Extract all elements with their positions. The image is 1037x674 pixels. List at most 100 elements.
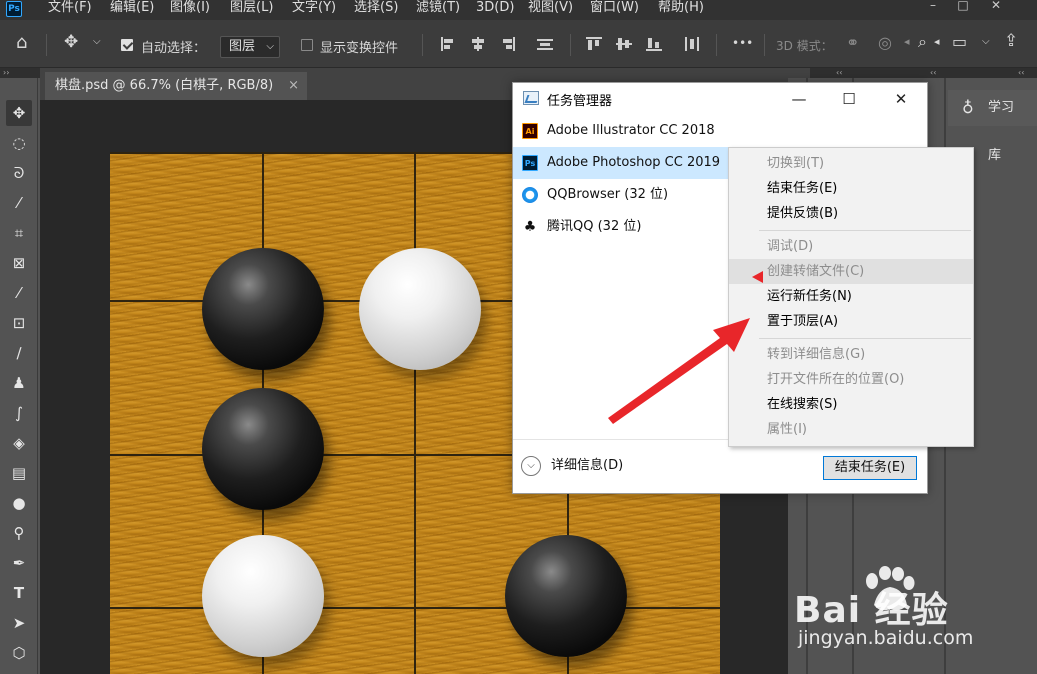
chevron-down-icon: ⌵ [266, 41, 274, 52]
close-tab-icon[interactable]: × [288, 72, 299, 100]
learn-label: 学习 [988, 100, 1015, 115]
document-tab[interactable]: 棋盘.psd @ 66.7% (白棋子, RGB/8) × [45, 72, 307, 100]
menu-divider [759, 230, 971, 231]
divider [422, 34, 423, 56]
shape-tool-icon[interactable]: ⬡ [6, 640, 32, 666]
share-icon[interactable]: ⇪ [1004, 31, 1018, 51]
frame-tool-icon[interactable]: ⊠ [6, 250, 32, 276]
menu-filter[interactable]: 滤镜(T) [416, 0, 460, 16]
red-pointer-icon [752, 271, 763, 283]
maximize-icon[interactable]: ☐ [829, 87, 869, 111]
magic-wand-tool-icon[interactable]: ⁄ [6, 190, 32, 216]
menu-type[interactable]: 文字(Y) [292, 0, 336, 16]
document-title: 棋盘.psd @ 66.7% (白棋子, RGB/8) [55, 78, 274, 93]
menu-bar: Ps 文件(F) 编辑(E) 图像(I) 图层(L) 文字(Y) 选择(S) 滤… [0, 0, 1037, 20]
menu-item-end-task[interactable]: 结束任务(E) [729, 176, 973, 201]
minimize-icon[interactable]: — [779, 87, 819, 111]
more-options-icon[interactable]: ••• [732, 36, 753, 50]
align-top-icon[interactable] [586, 37, 602, 51]
expand-arrows-icon[interactable]: ›› [3, 68, 9, 78]
align-middle-v-icon[interactable] [616, 37, 632, 51]
menu-layer[interactable]: 图层(L) [230, 0, 273, 16]
menu-edit[interactable]: 编辑(E) [110, 0, 154, 16]
black-stone [202, 388, 324, 510]
white-stone [359, 248, 481, 370]
menu-view[interactable]: 视图(V) [528, 0, 573, 16]
details-toggle[interactable]: ⌵ 详细信息(D) [521, 454, 623, 478]
align-right-icon[interactable] [499, 37, 515, 51]
app-name: Adobe Illustrator CC 2018 [547, 123, 715, 138]
eraser-tool-icon[interactable]: ◈ [6, 430, 32, 456]
home-icon[interactable]: ⌂ [16, 32, 27, 53]
show-transform-checkbox[interactable] [301, 39, 313, 51]
lasso-tool-icon[interactable]: ᘐ [6, 160, 32, 186]
close-icon[interactable]: ✕ [985, 0, 1007, 14]
minimize-icon[interactable]: – [922, 0, 944, 14]
menu-item-feedback[interactable]: 提供反馈(B) [729, 201, 973, 226]
chevron-down-icon[interactable]: ⌵ [982, 36, 990, 47]
eyedropper-tool-icon[interactable]: ⁄ [6, 280, 32, 306]
task-manager-titlebar[interactable]: 任务管理器 — ☐ ✕ [513, 83, 927, 115]
align-left-icon[interactable] [441, 37, 457, 51]
history-brush-tool-icon[interactable]: ∫ [6, 400, 32, 426]
move-tool-icon[interactable]: ✥ [6, 100, 32, 126]
lightbulb-icon: ♁ [962, 98, 974, 117]
illustrator-icon: Ai [522, 123, 538, 139]
black-stone [202, 248, 324, 370]
path-selection-tool-icon[interactable]: ➤ [6, 610, 32, 636]
chevron-left-icon[interactable]: ◂ [934, 35, 940, 48]
task-manager-title: 任务管理器 [547, 94, 613, 109]
app-name: QQBrowser (32 位) [547, 187, 669, 202]
menu-select[interactable]: 选择(S) [354, 0, 398, 16]
divider [46, 34, 47, 56]
watermark-url: jingyan.baidu.com [798, 627, 974, 649]
dodge-tool-icon[interactable]: ⚲ [6, 520, 32, 546]
move-tool-icon[interactable]: ✥ [64, 32, 78, 52]
menu-help[interactable]: 帮助(H) [658, 0, 704, 16]
menu-item-debug[interactable]: 调试(D) [729, 234, 973, 259]
search-icon[interactable]: ⌕ [918, 32, 927, 52]
collapse-arrows-icon[interactable]: ‹‹ [836, 68, 842, 78]
maximize-icon[interactable]: □ [952, 0, 974, 14]
pen-tool-icon[interactable]: ✒ [6, 550, 32, 576]
layer-select-dropdown[interactable]: 图层 ⌵ [220, 36, 280, 58]
learn-panel-button[interactable]: ♁ 学习 [948, 90, 1037, 126]
close-icon[interactable]: ✕ [881, 87, 921, 111]
auto-select-label: 自动选择： [141, 41, 207, 56]
gradient-tool-icon[interactable]: ▤ [6, 460, 32, 486]
details-label: 详细信息(D) [551, 458, 624, 473]
end-task-button[interactable]: 结束任务(E) [823, 456, 917, 480]
watermark-brand: Bai 经验 [794, 590, 949, 631]
align-distribute-v-icon[interactable] [684, 37, 700, 51]
menu-file[interactable]: 文件(F) [48, 0, 92, 16]
auto-select-checkbox[interactable] [121, 39, 133, 51]
chevron-down-icon[interactable]: ⌵ [93, 36, 101, 47]
align-center-h-icon[interactable] [470, 37, 486, 51]
blur-tool-icon[interactable]: ● [6, 490, 32, 516]
menu-3d[interactable]: 3D(D) [476, 0, 514, 16]
marquee-tool-icon[interactable]: ◌ [6, 130, 32, 156]
stamp-tool-icon[interactable]: ♟ [6, 370, 32, 396]
menu-item-switch-to[interactable]: 切换到(T) [729, 151, 973, 176]
menu-window[interactable]: 窗口(W) [590, 0, 639, 16]
photoshop-icon: Ps [522, 155, 538, 171]
app-row-illustrator[interactable]: Ai Adobe Illustrator CC 2018 [513, 115, 927, 147]
photoshop-logo-icon: Ps [6, 1, 22, 17]
brush-tool-icon[interactable]: ∕ [6, 340, 32, 366]
app-name: Adobe Photoshop CC 2019 [547, 155, 721, 170]
workspace-icon[interactable]: ▭ [952, 32, 967, 51]
crop-tool-icon[interactable]: ⌗ [6, 220, 32, 246]
red-arrow-annotation [608, 318, 750, 424]
collapse-arrows-icon[interactable]: ‹‹ [1018, 68, 1024, 78]
align-distribute-icon[interactable] [537, 37, 553, 51]
3d-roll-icon: ◎ [878, 33, 892, 52]
3d-more-icon: ◂ [904, 35, 910, 48]
type-tool-icon[interactable]: T [6, 580, 32, 606]
collapse-arrows-icon[interactable]: ‹‹ [930, 68, 936, 78]
menu-item-create-dump[interactable]: 创建转储文件(C) [729, 259, 973, 284]
white-stone [202, 535, 324, 657]
menu-image[interactable]: 图像(I) [170, 0, 210, 16]
align-bottom-icon[interactable] [646, 37, 662, 51]
baidu-jingyan-watermark: Bai 经验 jingyan.baidu.com [790, 565, 1030, 670]
healing-brush-tool-icon[interactable]: ⊡ [6, 310, 32, 336]
